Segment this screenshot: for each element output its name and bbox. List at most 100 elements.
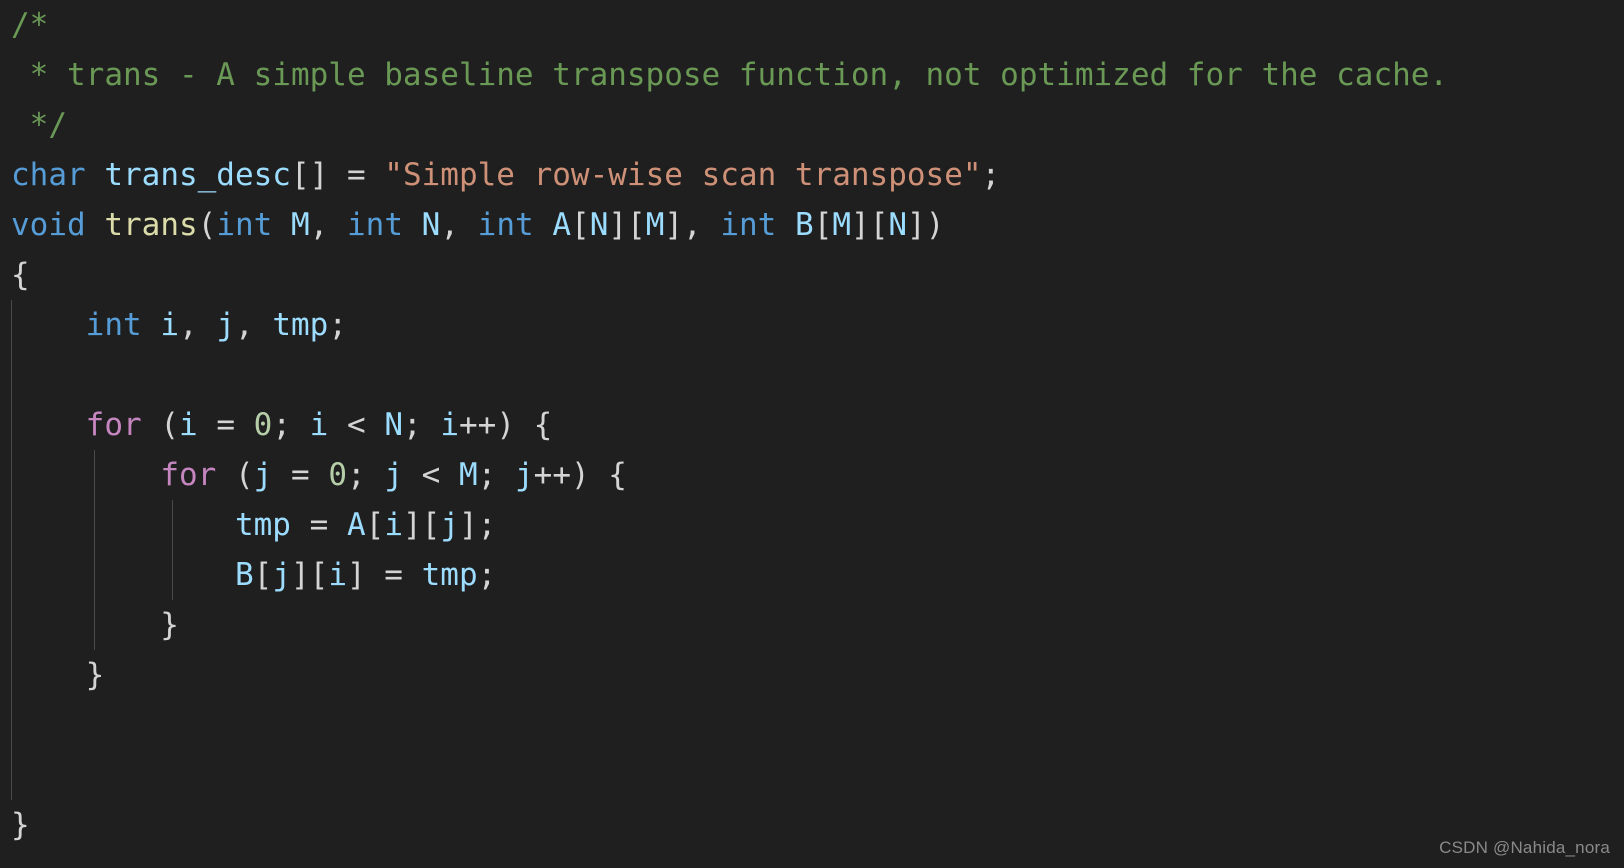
- csdn-watermark: CSDN @Nahida_nora: [1439, 838, 1610, 857]
- code-token-punc: ;: [981, 157, 1001, 193]
- code-token-var: i: [328, 557, 347, 593]
- code-line-text: for (i = 0; i < N; i++) {: [11, 400, 553, 450]
- code-line[interactable]: [0, 750, 1624, 800]
- code-token-punc: [272, 207, 291, 243]
- code-line[interactable]: int i, j, tmp;: [0, 300, 1624, 350]
- code-token-var: j: [253, 457, 273, 493]
- code-token-var: j: [216, 307, 235, 343]
- code-line-text: /*: [11, 0, 48, 50]
- code-token-var: i: [309, 407, 329, 443]
- code-token-kw: int: [216, 207, 273, 243]
- indent-guide: [11, 350, 12, 400]
- code-token-cmt: * trans - A simple baseline transpose fu…: [11, 57, 1449, 93]
- code-token-var: N: [589, 207, 609, 243]
- code-line[interactable]: * trans - A simple baseline transpose fu…: [0, 50, 1624, 100]
- code-token-punc: ;: [477, 557, 497, 593]
- code-line[interactable]: {: [0, 250, 1624, 300]
- code-token-punc: ][: [402, 507, 441, 543]
- code-line[interactable]: [0, 350, 1624, 400]
- code-line[interactable]: */: [0, 100, 1624, 150]
- code-token-punc: =: [290, 507, 347, 543]
- code-token-punc: [534, 207, 553, 243]
- code-token-var: M: [458, 457, 478, 493]
- code-token-punc: [: [365, 507, 385, 543]
- code-token-var: tmp: [421, 557, 478, 593]
- code-token-punc: (: [141, 407, 179, 443]
- code-token-punc: [11, 557, 235, 593]
- code-token-punc: ][: [290, 557, 329, 593]
- code-token-punc: ],: [664, 207, 721, 243]
- code-token-cmt: /*: [11, 7, 49, 43]
- code-line[interactable]: char trans_desc[] = "Simple row-wise sca…: [0, 150, 1624, 200]
- code-token-punc: ;: [328, 307, 347, 343]
- code-token-kw: int: [720, 207, 777, 243]
- code-line[interactable]: [0, 700, 1624, 750]
- code-token-var: i: [178, 407, 198, 443]
- code-line[interactable]: }: [0, 650, 1624, 700]
- code-token-var: tmp: [234, 507, 291, 543]
- code-token-punc: ++) {: [533, 457, 627, 493]
- code-token-punc: ;: [346, 457, 385, 493]
- code-token-ctrl: for: [160, 457, 217, 493]
- code-token-kw: int: [477, 207, 534, 243]
- code-token-punc: (: [216, 457, 254, 493]
- code-line[interactable]: }: [0, 600, 1624, 650]
- code-block[interactable]: /* * trans - A simple baseline transpose…: [0, 0, 1624, 850]
- code-token-var: i: [384, 507, 403, 543]
- code-token-punc: }: [11, 807, 30, 843]
- code-token-punc: =: [197, 407, 254, 443]
- code-token-var: A: [346, 507, 366, 543]
- code-line-text: }: [11, 800, 30, 850]
- code-token-var: i: [160, 307, 179, 343]
- code-token-var: j: [440, 507, 459, 543]
- code-token-punc: [403, 207, 422, 243]
- code-line-text: {: [11, 250, 30, 300]
- code-token-var: M: [645, 207, 665, 243]
- code-token-punc: ,: [179, 307, 217, 343]
- code-token-punc: ;: [477, 457, 515, 493]
- code-token-var: j: [272, 557, 291, 593]
- code-token-punc: }: [11, 657, 105, 693]
- code-line-text: }: [11, 600, 179, 650]
- code-line-text: */: [11, 100, 67, 150]
- code-line[interactable]: /*: [0, 0, 1624, 50]
- code-line[interactable]: for (j = 0; j < M; j++) {: [0, 450, 1624, 500]
- code-token-var: M: [291, 207, 310, 243]
- code-line[interactable]: }: [0, 800, 1624, 850]
- code-token-fn: trans: [104, 207, 198, 243]
- code-token-str: "Simple row-wise scan transpose": [384, 157, 982, 193]
- code-line[interactable]: for (i = 0; i < N; i++) {: [0, 400, 1624, 450]
- code-token-var: B: [795, 207, 814, 243]
- code-line[interactable]: tmp = A[i][j];: [0, 500, 1624, 550]
- code-token-var: N: [384, 407, 403, 443]
- code-token-punc: <: [402, 457, 459, 493]
- code-token-var: M: [832, 207, 852, 243]
- code-line[interactable]: void trans(int M, int N, int A[N][M], in…: [0, 200, 1624, 250]
- code-line-text: B[j][i] = tmp;: [11, 550, 496, 600]
- code-token-var: A: [552, 207, 572, 243]
- code-token-punc: ++) {: [459, 407, 553, 443]
- code-token-punc: {: [11, 257, 30, 293]
- code-token-punc: [11, 507, 235, 543]
- code-line[interactable]: B[j][i] = tmp;: [0, 550, 1624, 600]
- code-line-text: for (j = 0; j < M; j++) {: [11, 450, 627, 500]
- code-token-punc: [] =: [290, 157, 385, 193]
- code-token-kw: void: [11, 207, 86, 243]
- code-token-var: j: [384, 457, 403, 493]
- code-line-text: int i, j, tmp;: [11, 300, 347, 350]
- code-token-punc: ][: [608, 207, 646, 243]
- code-token-punc: [776, 207, 795, 243]
- code-token-num: 0: [253, 407, 273, 443]
- code-line-text: char trans_desc[] = "Simple row-wise sca…: [11, 150, 1000, 200]
- code-token-punc: ]): [907, 207, 945, 243]
- code-editor-screenshot: /* * trans - A simple baseline transpose…: [0, 0, 1624, 868]
- code-token-var: N: [421, 207, 441, 243]
- code-token-punc: [: [253, 557, 273, 593]
- code-token-punc: ,: [440, 207, 478, 243]
- code-token-punc: ][: [851, 207, 889, 243]
- code-token-var: tmp: [272, 307, 329, 343]
- code-token-punc: [11, 307, 86, 343]
- code-token-punc: ];: [458, 507, 497, 543]
- code-token-punc: [11, 407, 86, 443]
- code-token-var: j: [514, 457, 534, 493]
